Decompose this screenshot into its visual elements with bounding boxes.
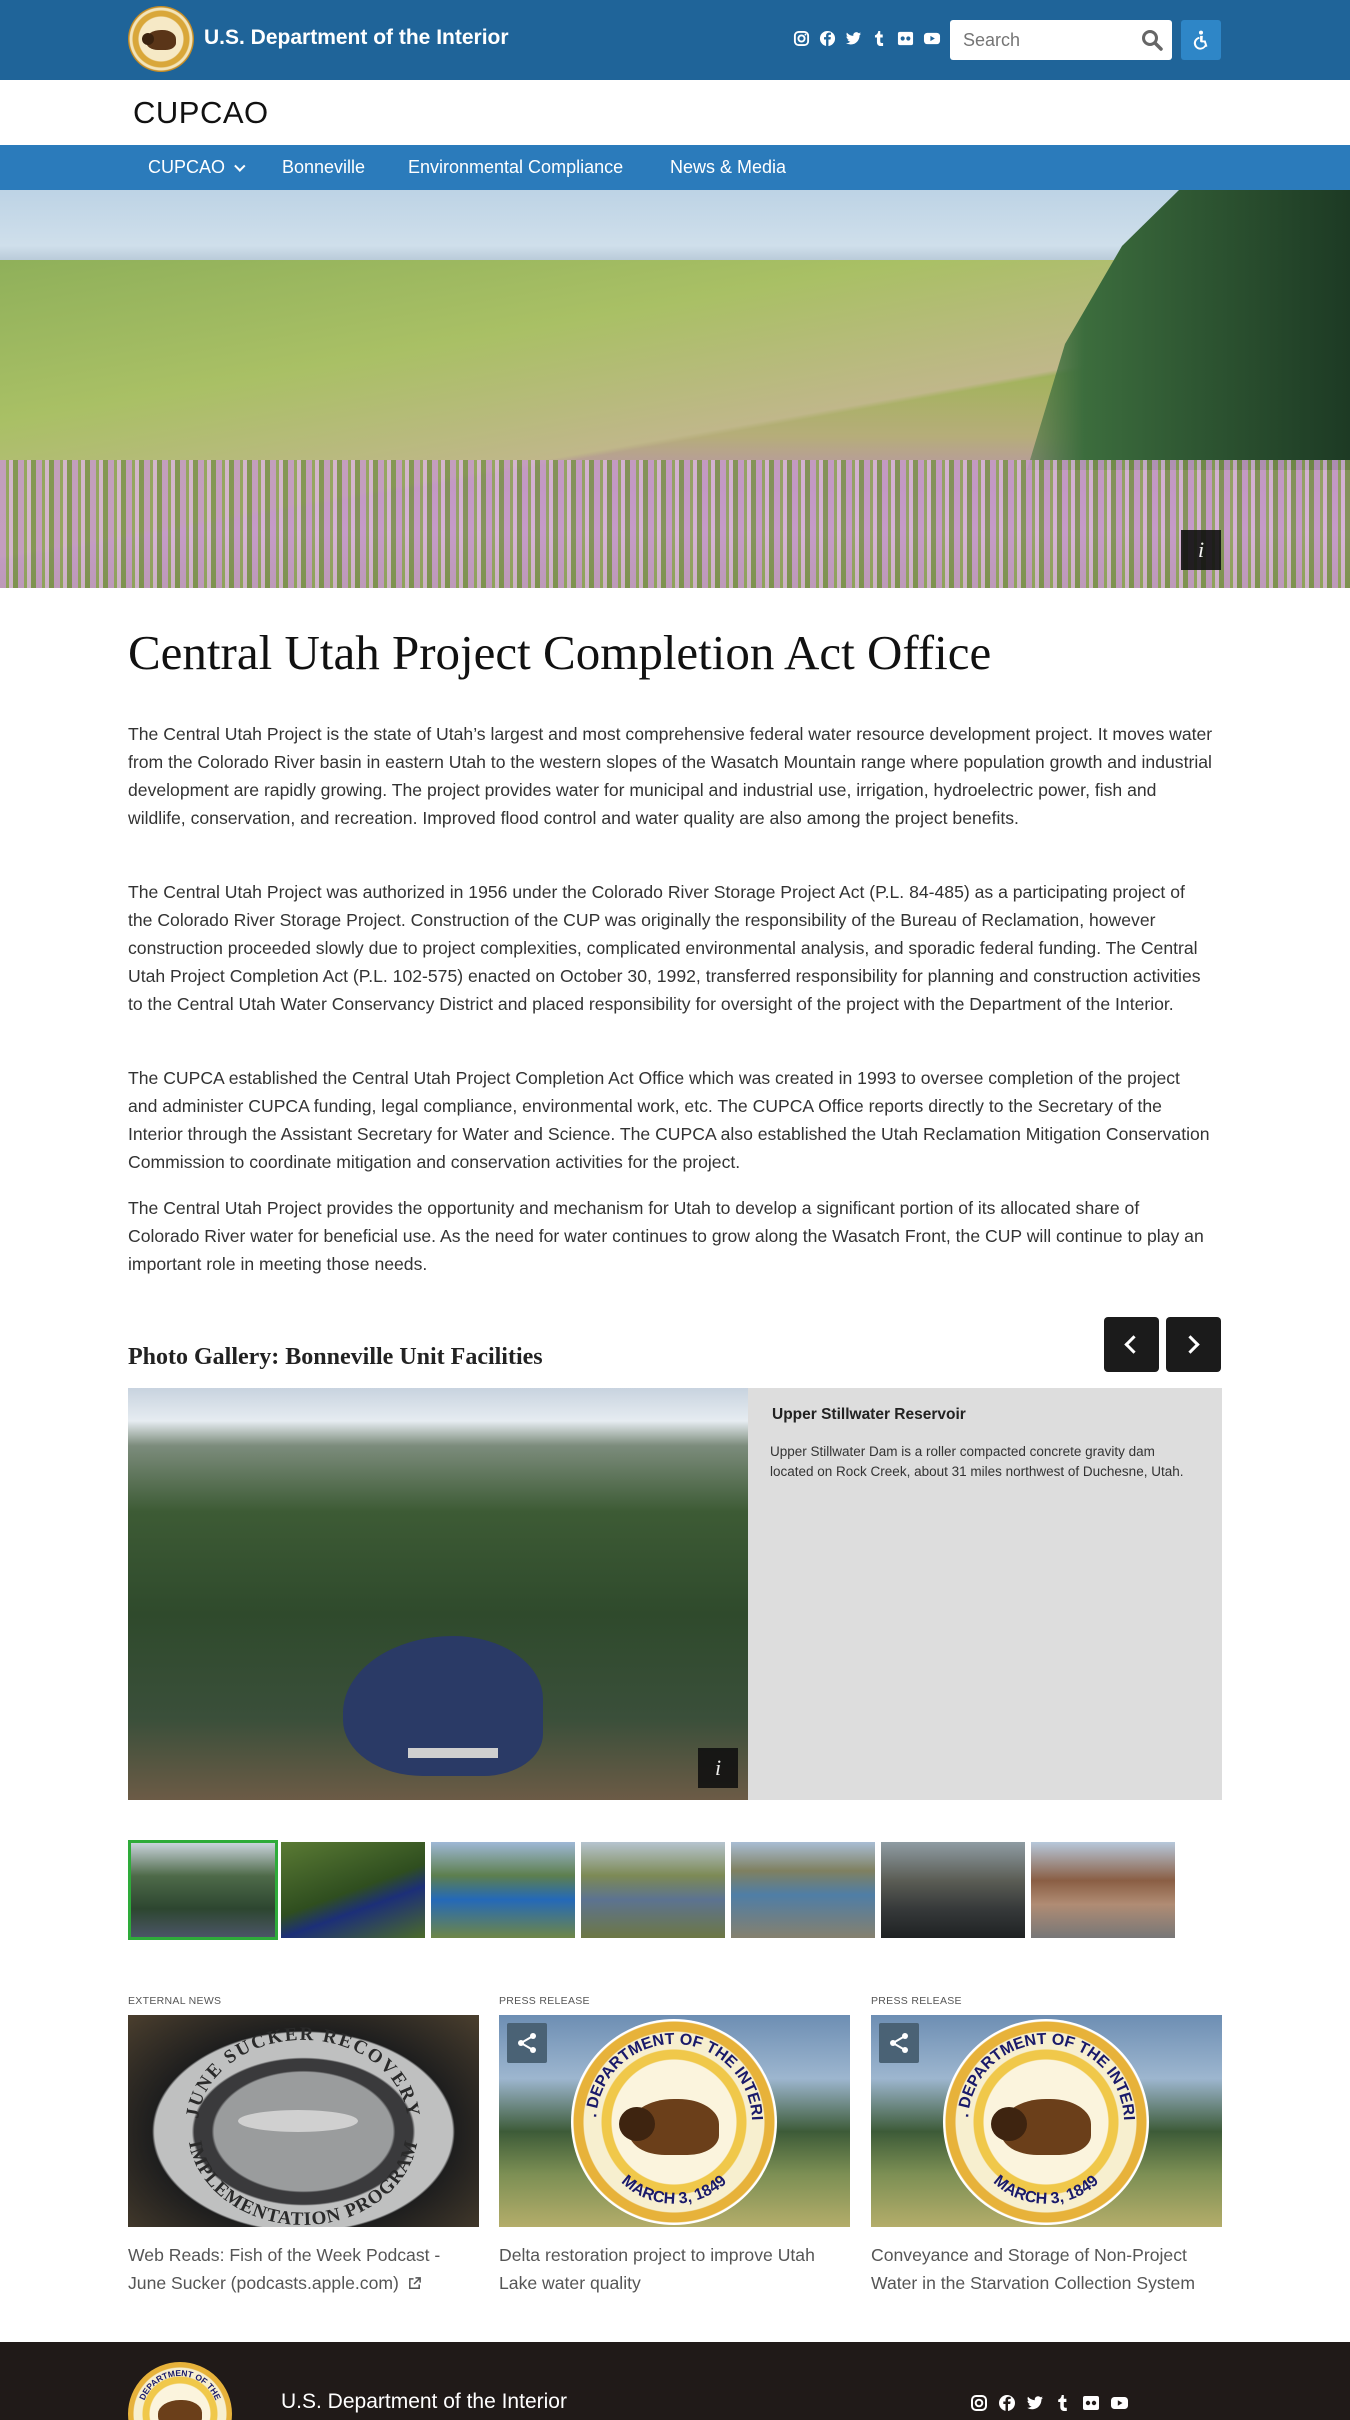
slide-info-button[interactable]: i [698,1748,738,1788]
share-icon [890,2033,908,2053]
site-title[interactable]: CUPCAO [133,95,269,131]
intro-paragraph-3: The CUPCA established the Central Utah P… [128,1068,1210,1172]
news-image: U.S. DEPARTMENT OF THE INTERIOR MARCH 3,… [871,2015,1222,2227]
gallery-slide-caption: Upper Stillwater Reservoir Upper Stillwa… [748,1388,1222,1800]
instagram-icon[interactable] [793,30,810,47]
coin-text-top: JUNE SUCKER RECOVERY [182,2024,422,2120]
footer-agency-name[interactable]: U.S. Department of the Interior [281,2390,567,2414]
share-icon [518,2033,536,2053]
seal-text-bottom: MARCH 3, 1849 [618,2172,730,2208]
dam-structure [408,1748,498,1758]
gallery-thumbnail[interactable] [731,1842,875,1938]
flickr-icon[interactable] [1082,2394,1100,2412]
nav-item-cupcao[interactable]: CUPCAO [148,157,246,178]
svg-text:IMPLEMENTATION PROGRAM: IMPLEMENTATION PROGRAM [184,2138,422,2227]
instagram-icon[interactable] [970,2394,988,2412]
svg-text:MARCH 3, 1849: MARCH 3, 1849 [990,2172,1102,2208]
gallery-thumbnail[interactable] [881,1842,1025,1938]
agency-name[interactable]: U.S. Department of the Interior [204,26,509,50]
chevron-left-icon [1124,1335,1143,1354]
news-title[interactable]: Conveyance and Storage of Non-Project Wa… [871,2241,1222,2297]
gallery-thumbnail[interactable] [128,1840,278,1940]
external-link-icon [408,2277,421,2289]
news-kind: EXTERNAL NEWS [128,1995,222,2007]
svg-text:DEPARTMENT OF THE: DEPARTMENT OF THE [137,2368,223,2402]
search-icon[interactable] [1140,28,1164,52]
fish-engraving [238,2110,358,2132]
tumblr-icon[interactable] [1054,2394,1072,2412]
footer-social-links [970,2394,1128,2412]
share-button[interactable] [879,2023,919,2063]
gallery-thumbnail[interactable] [431,1842,575,1938]
svg-text:MARCH 3, 1849: MARCH 3, 1849 [618,2172,730,2208]
search-input[interactable] [950,20,1130,60]
slide-description: Upper Stillwater Dam is a roller compact… [770,1444,1184,1479]
footer-seal-text: DEPARTMENT OF THE [137,2368,223,2402]
news-kind: PRESS RELEASE [871,1995,962,2007]
doi-seal-logo[interactable] [128,6,194,72]
hero-wildflowers [0,460,1350,588]
news-card[interactable]: PRESS RELEASE U.S. DEPARTMENT OF THE INT… [499,1995,850,2297]
nav-item-bonneville[interactable]: Bonneville [282,157,365,178]
nav-item-label: CUPCAO [148,157,226,177]
seal-lettering: U.S. DEPARTMENT OF THE INTERIOR MARCH 3,… [499,2015,765,2208]
youtube-icon[interactable] [1110,2394,1128,2412]
intro-paragraph-1: The Central Utah Project is the state of… [128,724,1213,828]
gallery-thumbnail[interactable] [1031,1842,1175,1938]
coin-text-bottom: IMPLEMENTATION PROGRAM [184,2138,421,2227]
twitter-icon[interactable] [1026,2394,1044,2412]
bison-icon [142,30,176,50]
accessibility-icon[interactable] [1181,20,1221,60]
twitter-icon[interactable] [845,30,862,47]
facebook-icon[interactable] [819,30,836,47]
chevron-right-icon [1181,1335,1200,1354]
search-box [950,20,1172,60]
nav-item-news-media[interactable]: News & Media [670,157,786,178]
nav-item-environmental-compliance[interactable]: Environmental Compliance [408,157,623,178]
flickr-icon[interactable] [897,30,914,47]
main-nav: CUPCAO Bonneville Environmental Complian… [0,145,1350,190]
chevron-down-icon [234,160,246,172]
news-image: JUNE SUCKER RECOVERY IMPLEMENTATION PROG… [128,2015,479,2227]
news-card[interactable]: PRESS RELEASE U.S. DEPARTMENT OF THE INT… [871,1995,1222,2297]
footer-seal-lettering: DEPARTMENT OF THE [137,2368,223,2402]
intro-paragraph-4: The Central Utah Project provides the op… [128,1198,1204,1274]
tumblr-icon[interactable] [871,30,888,47]
share-button[interactable] [507,2023,547,2063]
slide-title: Upper Stillwater Reservoir [772,1406,966,1423]
facebook-icon[interactable] [998,2394,1016,2412]
news-kind: PRESS RELEASE [499,1995,590,2007]
news-title[interactable]: Web Reads: Fish of the Week Podcast - Ju… [128,2245,440,2293]
top-bar: U.S. Department of the Interior [0,0,1350,80]
news-image: U.S. DEPARTMENT OF THE INTERIOR MARCH 3,… [499,2015,850,2227]
news-title-container: Web Reads: Fish of the Week Podcast - Ju… [128,2241,479,2297]
seal-lettering: U.S. DEPARTMENT OF THE INTERIOR MARCH 3,… [871,2015,1137,2208]
intro-paragraph-2: The Central Utah Project was authorized … [128,882,1201,1014]
svg-text:JUNE SUCKER RECOVERY: JUNE SUCKER RECOVERY [182,2024,424,2120]
gallery-next-button[interactable] [1166,1317,1221,1372]
footer-seal-logo[interactable]: DEPARTMENT OF THE [128,2362,232,2420]
news-card[interactable]: EXTERNAL NEWS JUNE SUCKER RECOVERY IMPLE… [128,1995,479,2297]
seal-text-bottom: MARCH 3, 1849 [990,2172,1102,2208]
hero-info-button[interactable]: i [1181,530,1221,570]
gallery-slide-image: i [128,1388,748,1800]
social-links [793,30,941,47]
gallery-thumbnail[interactable] [281,1842,425,1938]
page-title: Central Utah Project Completion Act Offi… [128,625,992,680]
news-title[interactable]: Delta restoration project to improve Uta… [499,2241,850,2297]
gallery-thumbnail[interactable] [581,1842,725,1938]
gallery-prev-button[interactable] [1104,1317,1159,1372]
youtube-icon[interactable] [923,30,941,47]
footer: DEPARTMENT OF THE U.S. Department of the… [0,2342,1350,2420]
hero-image: i [0,190,1350,588]
gallery-title: Photo Gallery: Bonneville Unit Facilitie… [128,1344,543,1370]
